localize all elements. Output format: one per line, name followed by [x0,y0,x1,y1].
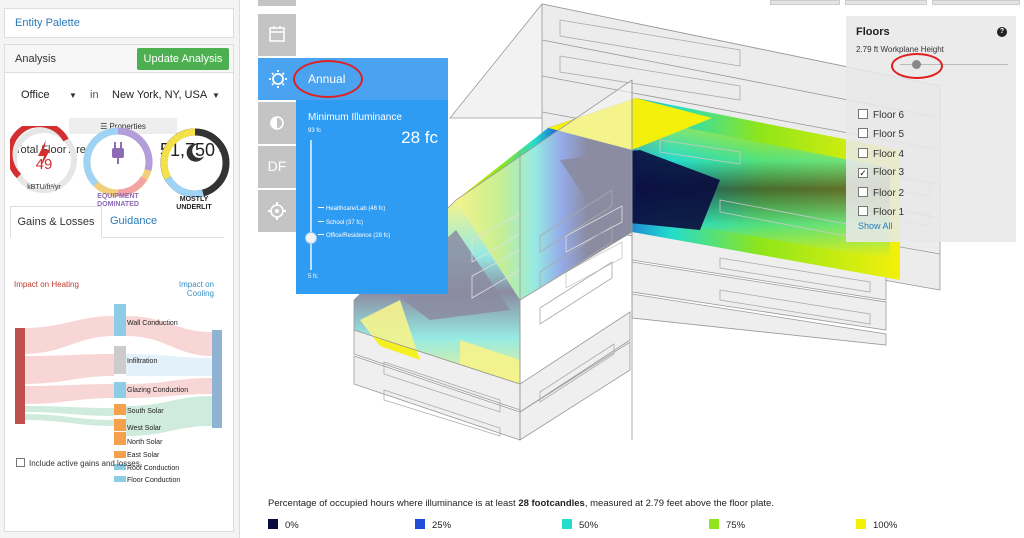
sankey-label: Glazing Conduction [127,387,189,394]
floor-checkbox-row[interactable]: Floor 5 [858,128,904,140]
legend-caption: Percentage of occupied hours where illum… [268,498,774,509]
annotation-ring-workplane [891,53,943,79]
legend-swatch [709,519,719,529]
sun-tool[interactable] [258,58,298,100]
floor-label: Floor 6 [873,110,905,121]
entity-palette-link[interactable]: Entity Palette [4,8,234,38]
settings-tool[interactable] [258,190,296,232]
min-illuminance-title: Minimum Illuminance [308,112,402,123]
floor-checkbox-checked[interactable]: ✓ [858,168,868,178]
eui-value: 49 [35,156,53,173]
calendar-icon [269,26,285,42]
floor-label: Floor 1 [873,207,905,218]
floor-checkbox-row[interactable]: Floor 6 [858,109,904,121]
floor-checkbox[interactable] [858,128,868,138]
caret-down-icon[interactable]: ▼ [212,91,220,100]
top-tab[interactable] [770,0,840,5]
sankey-label: Floor Conduction [127,477,181,484]
contrast-tool[interactable] [258,102,296,144]
slider-max-label: 93 fc [308,128,322,134]
calendar-tool[interactable] [258,14,296,56]
legend-swatch [562,519,572,529]
sankey-label: South Solar [127,408,164,415]
location-select[interactable]: New York, NY, USA [112,89,207,101]
preset-healthcare[interactable]: Healthcare/Lab (46 fc) [318,206,385,212]
update-analysis-button[interactable]: Update Analysis [137,48,229,70]
top-tab[interactable] [932,0,1020,5]
floor-checkbox[interactable] [858,148,868,158]
include-active-row[interactable]: Include active gains and losses [16,458,140,468]
legend-item: 75% [709,519,745,531]
illuminance-slider-track[interactable] [310,140,312,270]
in-label: in [90,89,99,101]
building-type-select[interactable]: Office [21,89,50,101]
eui-unit: kBTU/ft²/yr [27,184,61,191]
legend-item: 0% [268,519,299,531]
floor-label: Floor 5 [873,129,905,140]
sun-icon [269,70,287,88]
analysis-header: Analysis Update Analysis [5,45,233,73]
workplane-height-label: 2.79 ft Workplane Height [856,45,944,54]
legend-item: 100% [856,519,897,531]
gear-icon [268,202,286,220]
floor-checkbox-row[interactable]: Floor 1 [858,206,904,218]
sankey-node-swatches [114,405,126,482]
floor-checkbox[interactable] [858,187,868,197]
daylight-factor-tool[interactable]: DF [258,146,296,188]
preset-office[interactable]: Office/Residence (28 fc) [318,233,390,239]
include-active-label: Include active gains and losses [29,459,140,468]
floor-label: Floor 2 [873,188,905,199]
moon-icon [186,143,204,162]
analysis-title: Analysis [15,53,56,65]
legend-swatch [415,519,425,529]
sankey-label: West Solar [127,425,162,432]
floors-panel: Floors ? 2.79 ft Workplane Height Floor … [846,16,1016,242]
floor-checkbox-row[interactable]: ✓ Floor 3 [858,167,904,178]
legend-swatch [856,519,866,529]
top-tab[interactable] [845,0,927,5]
legend-item: 50% [562,519,598,531]
tab-guidance[interactable]: Guidance [110,215,157,227]
slider-min-label: 5 fc [308,274,318,280]
sankey-label: Wall Conduction [127,320,178,327]
daylight-gauge [158,126,232,200]
tab-gains-losses[interactable]: Gains & Losses [10,206,102,238]
legend-item: 25% [415,519,451,531]
contrast-icon [270,116,284,130]
floor-checkbox-row[interactable]: Floor 4 [858,148,904,160]
illuminance-slider-handle[interactable] [305,232,317,244]
floor-label: Floor 3 [873,167,905,178]
tool-top-tab[interactable] [258,0,296,6]
sankey-label: Infiltration [127,358,158,365]
floor-checkbox[interactable] [858,206,868,216]
help-icon[interactable]: ? [997,27,1007,37]
left-panel: Entity Palette Analysis Update Analysis … [0,0,240,538]
legend-swatch [268,519,278,529]
min-illuminance-value: 28 fc [401,128,438,147]
floor-checkbox[interactable] [858,109,868,119]
floor-label: Floor 4 [873,149,905,160]
show-all-floors-link[interactable]: Show All [858,221,893,231]
caret-down-icon[interactable]: ▼ [69,91,77,100]
annotation-ring-annual [293,60,363,98]
sankey-label: North Solar [127,439,163,446]
preset-school[interactable]: School (37 fc) [318,220,363,226]
plug-icon [112,142,124,164]
floor-checkbox-row[interactable]: Floor 2 [858,187,904,199]
building-type-row: Office ▼ in New York, NY, USA ▼ [5,89,233,107]
analysis-tabs: Gains & Losses Guidance [10,206,224,238]
floors-title: Floors [856,26,890,38]
include-active-checkbox[interactable] [16,458,25,467]
load-gauge [82,126,154,198]
